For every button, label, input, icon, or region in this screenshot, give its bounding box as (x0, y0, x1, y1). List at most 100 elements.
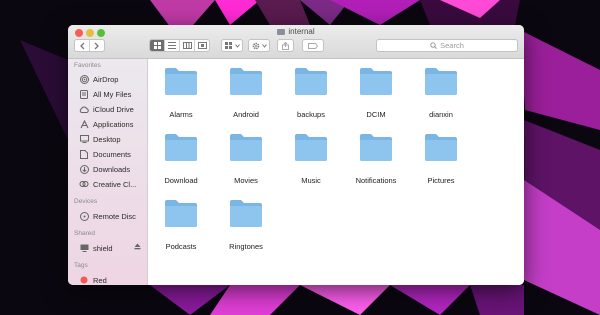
folder-icon (425, 68, 457, 95)
forward-button[interactable] (90, 40, 104, 51)
search-placeholder: Search (440, 41, 464, 50)
folder-item[interactable]: backups (281, 67, 341, 127)
sidebar-item-label: Applications (93, 119, 134, 129)
folder-label: Ringtones (229, 242, 263, 251)
folder-icon (165, 68, 197, 95)
folder-item[interactable]: DCIM (346, 67, 406, 127)
sidebar-item-all-my-files[interactable]: All My Files (79, 88, 131, 100)
folder-label: DCIM (366, 110, 386, 119)
grid-icon (153, 42, 161, 49)
all-files-icon (79, 89, 89, 99)
folder-icon (295, 134, 327, 161)
folder-item[interactable]: Download (151, 133, 211, 193)
window-title-text: internal (288, 27, 315, 36)
folder-label: dianxin (429, 110, 453, 119)
search-input[interactable]: Search (376, 39, 518, 52)
columns-icon (182, 42, 192, 49)
chevron-right-icon (94, 42, 99, 49)
tag-red-icon (79, 275, 89, 285)
cover-flow-icon (197, 42, 207, 49)
documents-icon (79, 149, 89, 159)
sidebar-item-remote-disc[interactable]: Remote Disc (79, 210, 136, 222)
sidebar-item-label: AirDrop (93, 74, 119, 84)
sidebar-item-label: All My Files (93, 89, 132, 99)
desktop-icon (79, 134, 89, 144)
gear-icon (252, 42, 259, 49)
sidebar-header-devices: Devices (74, 198, 98, 205)
folder-icon (230, 200, 262, 227)
action-button[interactable] (248, 39, 270, 52)
airdrop-icon (79, 74, 89, 84)
folder-label: Notifications (355, 176, 397, 185)
tags-button[interactable] (302, 39, 324, 52)
sidebar-item-tag-red[interactable]: Red (79, 274, 107, 285)
list-view-button[interactable] (165, 40, 180, 51)
folder-icon (295, 68, 327, 95)
sidebar-item-label: iCloud Drive (93, 104, 134, 114)
folder-label: Alarms (169, 110, 193, 119)
sidebar-header-tags: Tags (74, 262, 88, 269)
eject-icon[interactable] (134, 243, 141, 252)
disk-icon (277, 29, 286, 35)
folder-icon (165, 200, 197, 227)
cloud-icon (79, 104, 89, 114)
arrange-button[interactable] (221, 39, 243, 52)
folder-label: Podcasts (165, 242, 197, 251)
window-title: internal (68, 27, 524, 36)
sidebar-item-airdrop[interactable]: AirDrop (79, 73, 118, 85)
folder-icon (230, 134, 262, 161)
icon-view-button[interactable] (150, 40, 165, 51)
sidebar-item-label: Creative Cl... (93, 179, 137, 189)
sidebar-item-label: Desktop (93, 134, 121, 144)
chevron-down-icon (234, 43, 240, 48)
disc-icon (79, 211, 89, 221)
sidebar-item-label: Downloads (93, 164, 131, 174)
folder-item[interactable]: Ringtones (216, 199, 276, 259)
back-button[interactable] (75, 40, 90, 51)
cover-flow-button[interactable] (195, 40, 209, 51)
sidebar-item-label: shield (93, 243, 113, 253)
file-grid: Alarms Android backups DCIM dianxin Down… (148, 59, 524, 285)
chevron-down-icon (261, 43, 267, 48)
folder-label: backups (297, 110, 325, 119)
applications-icon (79, 119, 89, 129)
folder-item[interactable]: Pictures (411, 133, 471, 193)
folder-label: Pictures (427, 176, 455, 185)
folder-item[interactable]: Movies (216, 133, 276, 193)
toolbar: internal Search (68, 25, 524, 59)
folder-label: Android (233, 110, 259, 119)
downloads-icon (79, 164, 89, 174)
arrange-grid-icon (224, 42, 232, 49)
creative-cloud-icon (79, 179, 89, 189)
column-view-button[interactable] (180, 40, 195, 51)
folder-label: Download (164, 176, 198, 185)
sidebar-header-favorites: Favorites (74, 62, 101, 69)
search-icon (430, 42, 438, 49)
finder-window: internal Search Favorites AirDrop All My… (68, 25, 524, 285)
sidebar-item-downloads[interactable]: Downloads (79, 163, 130, 175)
sidebar-item-icloud-drive[interactable]: iCloud Drive (79, 103, 134, 115)
sidebar-item-documents[interactable]: Documents (79, 148, 131, 160)
folder-item[interactable]: Alarms (151, 67, 211, 127)
folder-item[interactable]: dianxin (411, 67, 471, 127)
folder-icon (360, 68, 392, 95)
sidebar-item-creative-cloud[interactable]: Creative Cl... (79, 178, 136, 190)
sidebar-item-desktop[interactable]: Desktop (79, 133, 121, 145)
share-icon (282, 41, 289, 50)
folder-item[interactable]: Music (281, 133, 341, 193)
folder-item[interactable]: Android (216, 67, 276, 127)
list-icon (168, 42, 176, 49)
sidebar-item-applications[interactable]: Applications (79, 118, 133, 130)
folder-icon (165, 134, 197, 161)
folder-icon (230, 68, 262, 95)
folder-item[interactable]: Podcasts (151, 199, 211, 259)
sidebar-item-shield[interactable]: shield (79, 242, 141, 254)
sidebar: Favorites AirDrop All My Files iCloud Dr… (68, 59, 148, 285)
sidebar-header-shared: Shared (74, 230, 95, 237)
folder-icon (360, 134, 392, 161)
share-button[interactable] (277, 39, 294, 52)
folder-item[interactable]: Notifications (346, 133, 406, 193)
folder-icon (425, 134, 457, 161)
folder-label: Music (301, 176, 321, 185)
sidebar-item-label: Remote Disc (93, 211, 136, 221)
